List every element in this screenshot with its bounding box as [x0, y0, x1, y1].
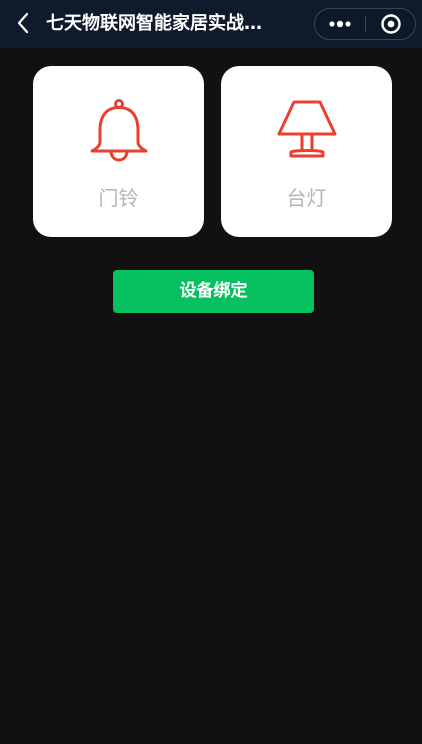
chevron-left-icon — [17, 12, 29, 34]
top-navbar: 七天物联网智能家居实战… — [0, 0, 422, 48]
menu-capsule — [314, 8, 416, 40]
target-circle-icon — [380, 14, 401, 34]
bind-device-button[interactable]: 设备绑定 — [113, 270, 314, 313]
back-button[interactable] — [10, 8, 36, 38]
table-lamp-icon — [277, 100, 336, 158]
more-button[interactable] — [315, 9, 365, 39]
page-title: 七天物联网智能家居实战… — [46, 13, 262, 34]
device-card-lamp[interactable]: 台灯 — [221, 66, 392, 237]
device-label-doorbell: 门铃 — [98, 186, 139, 210]
close-miniprogram-button[interactable] — [366, 9, 415, 39]
app-root: 七天物联网智能家居实战… 门铃 台灯 设备绑定 — [0, 0, 422, 744]
device-label-lamp: 台灯 — [286, 186, 327, 210]
bell-icon — [90, 99, 147, 162]
device-card-doorbell[interactable]: 门铃 — [33, 66, 204, 237]
more-dots-icon — [329, 20, 351, 28]
